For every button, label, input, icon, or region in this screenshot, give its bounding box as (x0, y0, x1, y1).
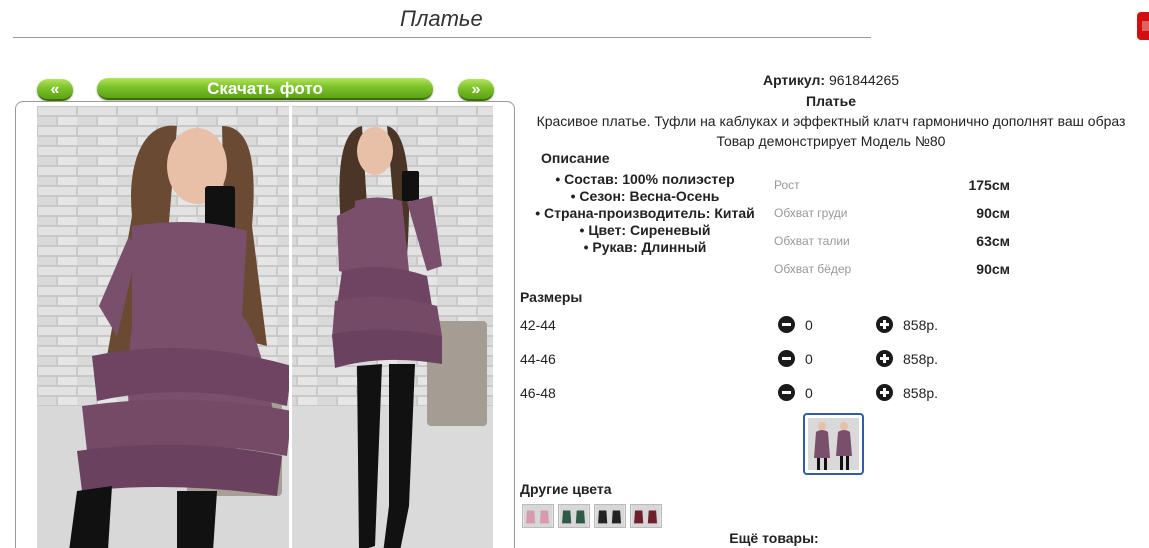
product-description: Красивое платье. Туфли на каблуках и эфф… (536, 113, 1126, 129)
sizes-heading: Размеры (520, 289, 583, 305)
measurement-row: Обхват талии 63см (774, 231, 1014, 251)
more-products-heading-row: Ещё товары: (520, 530, 1142, 546)
close-tab[interactable] (1137, 12, 1149, 40)
measurement-value: 90см (976, 261, 1010, 277)
plus-icon[interactable] (876, 316, 893, 333)
minus-icon[interactable] (778, 350, 795, 367)
prev-photo-button[interactable]: « (37, 79, 73, 101)
details-list: Состав: 100% полиэстер Сезон: Весна-Осен… (520, 171, 770, 256)
color-thumbnail-burgundy[interactable] (630, 504, 662, 528)
price: 858р. (903, 351, 939, 367)
size-row: 46-48 0 858р. (520, 382, 960, 404)
minus-icon[interactable] (778, 316, 795, 333)
description-heading: Описание (541, 150, 610, 166)
download-photo-button[interactable]: Скачать фото (97, 78, 433, 100)
price: 858р. (903, 385, 939, 401)
detail-item: Цвет: Сиреневый (520, 222, 770, 239)
measurement-row: Обхват груди 90см (774, 203, 1014, 223)
detail-item: Страна-производитель: Китай (520, 205, 770, 222)
quantity-value: 0 (805, 351, 813, 367)
price: 858р. (903, 317, 939, 333)
measurement-value: 63см (976, 233, 1010, 249)
quantity-value: 0 (805, 317, 813, 333)
size-label: 46-48 (520, 385, 556, 401)
product-photo[interactable] (37, 106, 493, 548)
detail-item: Состав: 100% полиэстер (520, 171, 770, 188)
thumbnail-image (808, 418, 859, 470)
model-info: Товар демонстрирует Модель №80 (716, 133, 946, 149)
detail-item: Сезон: Весна-Осень (520, 188, 770, 205)
more-products-heading: Ещё товары: (729, 530, 819, 546)
quantity-value: 0 (805, 385, 813, 401)
measurement-value: 175см (968, 177, 1010, 193)
minus-icon[interactable] (778, 384, 795, 401)
plus-icon[interactable] (876, 384, 893, 401)
color-thumbnail-black[interactable] (594, 504, 626, 528)
size-label: 42-44 (520, 317, 556, 333)
measurement-label: Рост (774, 178, 800, 192)
measurement-label: Обхват груди (774, 206, 848, 220)
measurement-value: 90см (976, 205, 1010, 221)
selected-product-thumbnail[interactable] (803, 413, 864, 475)
title-divider (13, 37, 871, 38)
measurement-label: Обхват талии (774, 234, 850, 248)
size-row: 44-46 0 858р. (520, 348, 960, 370)
color-thumbnail-pink[interactable] (522, 504, 554, 528)
product-name: Платье (806, 93, 856, 109)
color-thumbnail-green[interactable] (558, 504, 590, 528)
measurement-row: Рост 175см (774, 175, 1014, 195)
measurement-row: Обхват бёдер 90см (774, 259, 1014, 279)
article-line: Артикул: 961844265 (520, 72, 1142, 88)
size-row: 42-44 0 858р. (520, 314, 960, 336)
measurement-label: Обхват бёдер (774, 262, 852, 276)
article-label: Артикул: (762, 72, 826, 88)
detail-item: Рукав: Длинный (520, 239, 770, 256)
next-photo-button[interactable]: » (458, 79, 494, 101)
photo-frame (15, 101, 515, 548)
page-title: Платье (400, 6, 483, 31)
size-label: 44-46 (520, 351, 556, 367)
plus-icon[interactable] (876, 350, 893, 367)
other-colors-heading: Другие цвета (520, 481, 612, 497)
article-value: 961844265 (828, 72, 900, 88)
